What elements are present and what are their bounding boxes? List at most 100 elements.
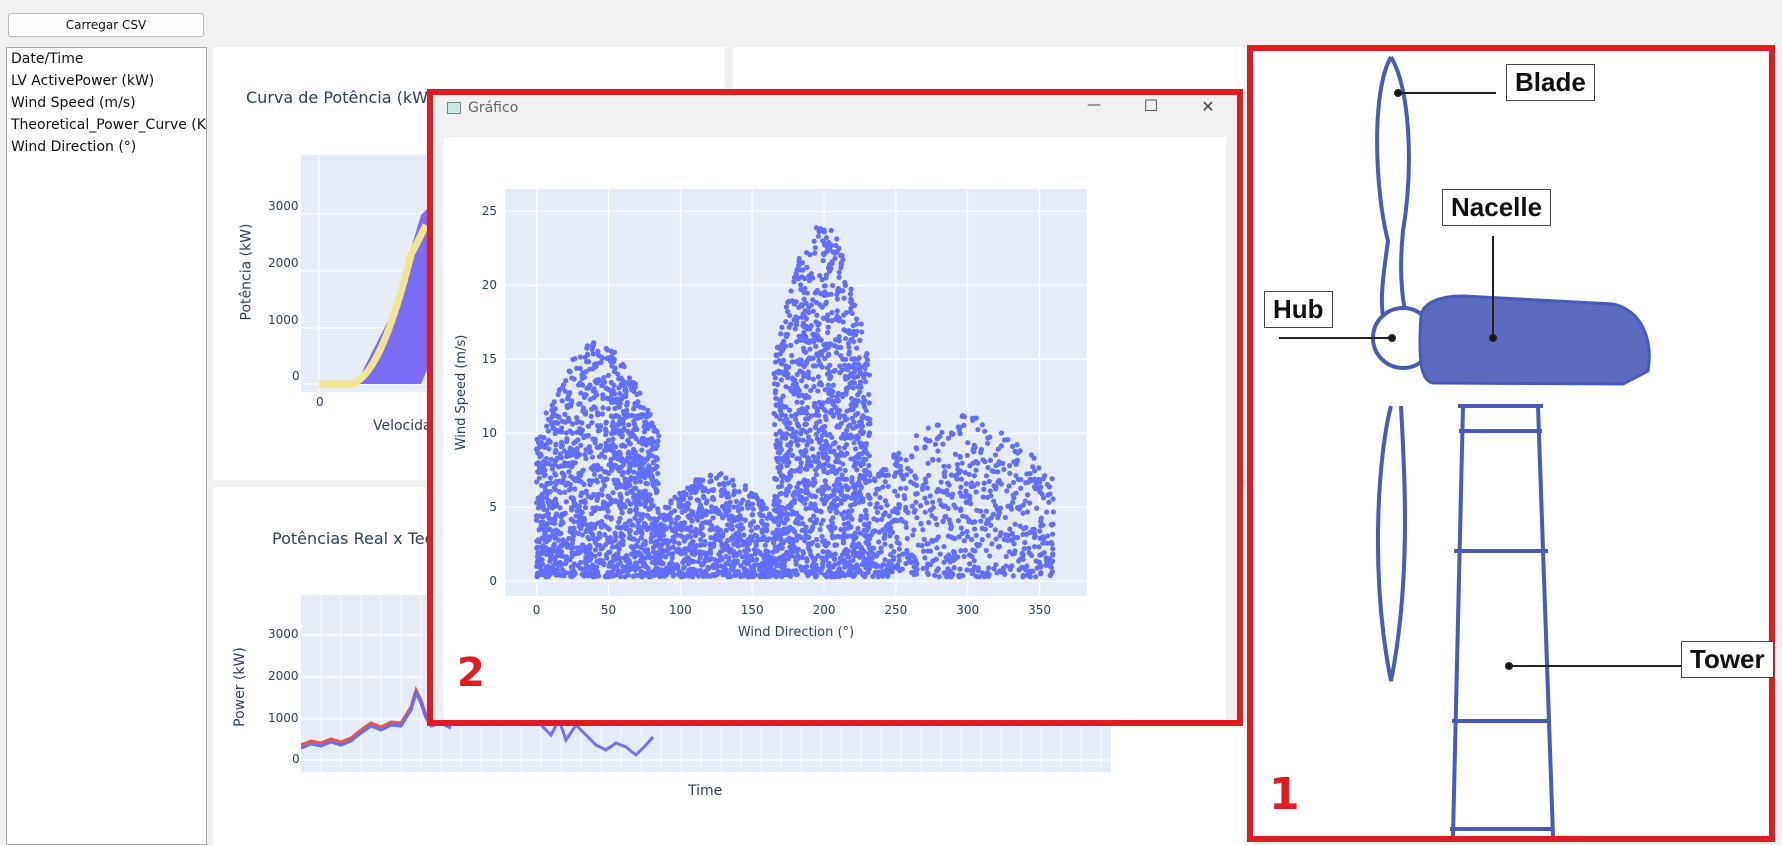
scatter-point	[809, 446, 815, 452]
load-csv-button[interactable]: Carregar CSV	[8, 13, 204, 37]
scatter-point	[827, 410, 833, 416]
list-item[interactable]: Wind Direction (°)	[7, 136, 206, 158]
scatter-point	[707, 473, 714, 479]
x-tick-label: 0	[533, 603, 541, 617]
scatter-point	[983, 508, 989, 514]
scatter-point	[790, 545, 796, 551]
list-item[interactable]: Date/Time	[7, 48, 206, 70]
close-button[interactable]: ✕	[1194, 97, 1222, 116]
scatter-point	[619, 455, 625, 461]
scatter-point	[831, 556, 838, 563]
scatter-point	[880, 562, 886, 568]
scatter-point	[1010, 479, 1017, 486]
scatter-point	[951, 565, 957, 571]
scatter-point	[802, 421, 808, 427]
scatter-point	[749, 512, 755, 518]
scatter-point	[971, 473, 977, 479]
scatter-point	[720, 515, 726, 521]
scatter-point	[579, 566, 585, 572]
scatter-point	[811, 476, 817, 483]
scatter-point	[609, 573, 615, 579]
scatter-point	[941, 570, 947, 576]
minimize-button[interactable]: —	[1080, 97, 1108, 113]
scatter-point	[783, 304, 789, 310]
scatter-point	[974, 573, 980, 580]
scatter-point	[802, 313, 808, 319]
scatter-point	[1021, 546, 1027, 552]
scatter-point	[821, 227, 827, 233]
scatter-point	[633, 560, 639, 566]
list-item[interactable]: Theoretical_Power_Curve (KWh)	[7, 114, 206, 136]
scatter-point	[1010, 551, 1016, 557]
scatter-point	[624, 402, 630, 408]
scatter-point	[834, 236, 840, 242]
scatter-point	[593, 505, 599, 511]
maximize-button[interactable]: ☐	[1137, 96, 1165, 115]
scatter-point	[858, 462, 864, 469]
scatter-point	[844, 514, 850, 521]
scatter-point	[630, 459, 637, 466]
scatter-point	[983, 547, 989, 554]
scatter-point	[1007, 526, 1013, 532]
scatter-point	[880, 527, 886, 533]
scatter-point	[625, 428, 631, 435]
scatter-point	[555, 391, 561, 398]
scatter-point	[1003, 563, 1009, 569]
scatter-point	[655, 480, 661, 487]
scatter-point	[927, 438, 933, 444]
list-item[interactable]: LV ActivePower (kW)	[7, 70, 206, 92]
x-tick-label: 200	[813, 603, 836, 617]
scatter-point	[797, 360, 803, 366]
scatter-point	[839, 391, 846, 398]
window-titlebar[interactable]: Gráfico — ☐ ✕	[433, 95, 1237, 121]
scatter-point	[803, 496, 809, 502]
scatter-point	[627, 482, 633, 488]
scatter-point	[986, 571, 992, 578]
scatter-point	[685, 513, 691, 519]
scatter-point	[794, 411, 800, 417]
scatter-point	[857, 337, 863, 343]
scatter-point	[621, 425, 627, 431]
scatter-point	[583, 455, 589, 462]
scatter-point	[617, 573, 624, 580]
list-item[interactable]: Wind Speed (m/s)	[7, 92, 206, 114]
scatter-point	[836, 566, 843, 572]
scatter-point	[840, 461, 846, 467]
scatter-point	[849, 563, 855, 569]
scatter-point	[922, 445, 928, 451]
scatter-point	[545, 499, 551, 506]
scatter-point	[822, 283, 828, 289]
scatter-point	[1023, 480, 1029, 486]
scatter-point	[989, 468, 995, 474]
scatter-point	[877, 495, 883, 501]
scatter-point	[603, 429, 609, 435]
scatter-point	[1023, 567, 1029, 573]
scatter-point	[920, 482, 926, 489]
x-tick-label: 150	[741, 603, 764, 617]
scatter-point	[973, 467, 979, 473]
scatter-point	[1048, 571, 1054, 577]
scatter-point	[1018, 477, 1024, 483]
scatter-point	[779, 504, 785, 511]
scatter-point	[599, 487, 605, 493]
scatter-point	[687, 559, 694, 565]
scatter-point	[780, 539, 787, 546]
scatter-point	[790, 568, 797, 574]
scatter-point	[717, 533, 723, 539]
scatter-point	[617, 431, 623, 437]
scatter-point	[771, 567, 777, 574]
scatter-point	[745, 561, 751, 567]
scatter-point	[909, 552, 915, 558]
scatter-point	[927, 493, 933, 499]
scatter-point	[731, 504, 737, 510]
scatter-point	[820, 257, 826, 264]
scatter-point	[967, 463, 973, 469]
scatter-point	[608, 497, 614, 503]
scatter-point	[903, 504, 909, 510]
scatter-point	[866, 432, 872, 439]
scatter-point	[811, 238, 817, 244]
scatter-point	[913, 499, 919, 505]
scatter-point	[539, 535, 545, 541]
scatter-point	[964, 452, 971, 459]
column-list[interactable]: Date/Time LV ActivePower (kW) Wind Speed…	[6, 47, 207, 845]
